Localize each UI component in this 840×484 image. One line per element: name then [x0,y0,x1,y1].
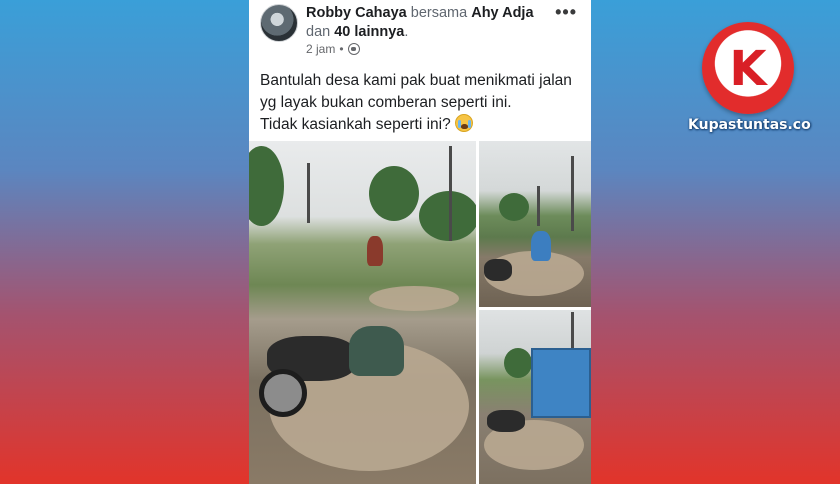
post-time-link[interactable]: 2 jam [306,42,335,56]
and-word: dan [306,24,331,40]
post-text-line: yg layak bukan comberan seperti ini. [260,94,512,111]
motorcycle-shape [487,410,525,432]
period: . [404,24,409,40]
utility-pole [537,186,540,226]
tree-shape [499,193,529,221]
wheel-shape [259,369,307,417]
post-meta: 2 jam • [306,42,360,56]
post-header: Robby Cahaya bersama Ahy Adja dan 40 lai… [249,0,591,64]
meta-separator: • [339,42,344,56]
post-text-line-content: Tidak kasiankah seperti ini? [260,116,451,133]
tree-shape [249,146,284,226]
globe-icon [347,43,360,55]
post-photo-main[interactable] [249,141,476,484]
watermark-site-name: Kupastuntas.co [688,117,811,133]
rider-shape [531,231,551,261]
author-avatar[interactable] [260,4,298,42]
crying-face-icon [455,114,474,132]
rider-shape [367,236,383,266]
tree-shape [504,348,532,378]
utility-pole [571,156,574,231]
author-name-link[interactable]: Robby Cahaya [306,5,407,21]
post-text: Bantulah desa kami pak buat menikmati ja… [260,70,580,136]
post-text-line: Bantulah desa kami pak buat menikmati ja… [260,72,572,89]
tree-shape [369,166,419,221]
post-photo-bottom-right[interactable] [479,310,591,484]
tree-shape [419,191,476,241]
others-link[interactable]: 40 lainnya [334,24,404,40]
kupastuntas-watermark: K Kupastuntas.co [688,22,811,137]
facebook-post-card: Robby Cahaya bersama Ahy Adja dan 40 lai… [249,0,591,484]
puddle-shape [369,286,459,311]
logo-letter: K [729,41,767,97]
author-line: Robby Cahaya bersama Ahy Adja dan 40 lai… [306,4,546,42]
utility-pole [449,146,452,241]
more-options-icon[interactable]: ••• [555,2,577,23]
truck-shape [531,348,591,418]
with-word: bersama [410,5,468,21]
post-photo-top-right[interactable] [479,141,591,307]
post-text-line: Tidak kasiankah seperti ini? [260,114,580,136]
rider-shape [349,326,404,376]
tagged-user-link[interactable]: Ahy Adja [471,5,533,21]
utility-pole [307,163,310,223]
motorcycle-shape [484,259,512,281]
